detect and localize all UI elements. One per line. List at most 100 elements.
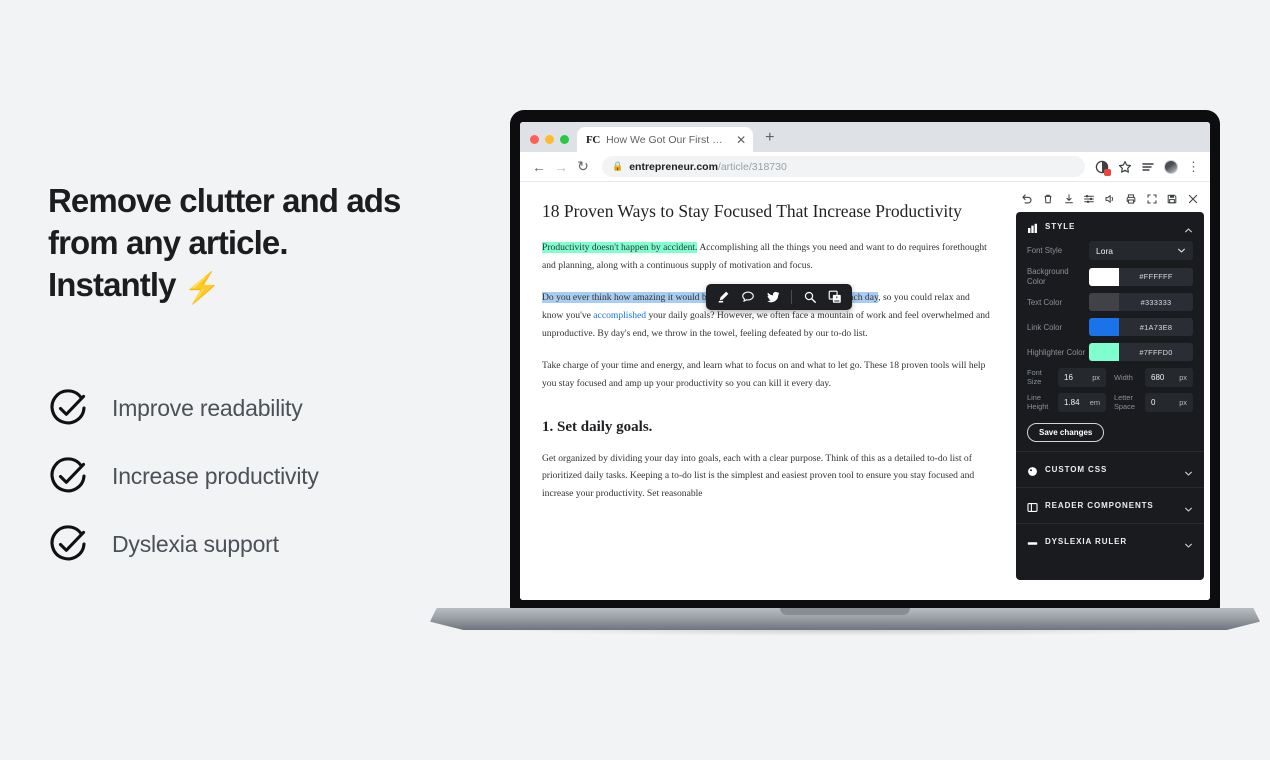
color-hex-value[interactable]: #333333	[1119, 293, 1193, 312]
font-style-row: Font Style Lora	[1027, 241, 1193, 260]
page-content: 18 Proven Ways to Stay Focused That Incr…	[520, 182, 1210, 600]
article-paragraph-1: Productivity doesn't happen by accident.…	[542, 239, 992, 274]
width-input[interactable]: 680 px	[1145, 368, 1193, 388]
speaker-icon[interactable]	[1104, 192, 1116, 204]
section-header-reader-components[interactable]: READER COMPONENTS	[1016, 488, 1204, 523]
address-bar[interactable]: 🔒 entrepreneur.com/article/318730	[602, 156, 1085, 177]
print-icon[interactable]	[1125, 192, 1137, 204]
reader-mode-icon[interactable]	[1141, 160, 1155, 174]
headline-line-2: from any article.	[48, 224, 289, 262]
url-text: entrepreneur.com/article/318730	[629, 161, 787, 173]
save-changes-button[interactable]: Save changes	[1027, 423, 1105, 443]
fullscreen-icon[interactable]	[1146, 192, 1158, 204]
link-color-field[interactable]: #1A73E8	[1089, 318, 1193, 337]
save-icon[interactable]	[1166, 192, 1178, 204]
close-window-button[interactable]	[530, 135, 539, 144]
headline-line-3-wrap: Instantly ⚡	[48, 264, 478, 306]
browser-menu-button[interactable]: ⋮	[1187, 160, 1200, 173]
translate-icon[interactable]	[828, 290, 842, 304]
download-icon[interactable]	[1063, 192, 1075, 204]
browser-tab[interactable]: FC How We Got Our First 2,000 U ✕	[577, 127, 754, 152]
window-controls[interactable]	[526, 135, 577, 152]
highlighter-icon[interactable]	[716, 290, 730, 304]
feature-list: Improve readability Increase productivit…	[48, 374, 319, 578]
components-icon	[1027, 500, 1038, 513]
color-swatch[interactable]	[1089, 267, 1119, 286]
chevron-down-icon[interactable]	[1184, 465, 1193, 477]
page-root: Remove clutter and ads from any article.…	[0, 0, 1270, 760]
chevron-down-icon[interactable]	[1184, 537, 1193, 549]
back-icon[interactable]: ←	[528, 159, 550, 175]
minimize-window-button[interactable]	[545, 135, 554, 144]
highlighter-color-label: Highlighter Color	[1027, 347, 1086, 357]
check-circle-icon	[48, 388, 88, 428]
section-title: DYSLEXIA RULER	[1045, 537, 1128, 547]
comment-icon[interactable]	[741, 290, 755, 304]
selection-toolbar[interactable]	[706, 284, 852, 310]
color-hex-value[interactable]: #FFFFFF	[1119, 267, 1193, 286]
spacing-row: Line Height 1.84 em Letter Space 0 px	[1027, 393, 1193, 413]
article-reader: 18 Proven Ways to Stay Focused That Incr…	[520, 182, 1014, 600]
width-label: Width	[1114, 372, 1133, 382]
browser-toolbar: ← → ↻ 🔒 entrepreneur.com/article/318730	[520, 152, 1210, 182]
forward-icon[interactable]: →	[550, 159, 572, 175]
extension-icon[interactable]	[1095, 160, 1111, 176]
color-hex-value[interactable]: #1A73E8	[1119, 318, 1193, 337]
chevron-down-icon[interactable]	[1184, 501, 1193, 513]
laptop-mockup: FC How We Got Our First 2,000 U ✕ + ← → …	[430, 110, 1260, 636]
notification-badge	[1104, 168, 1111, 176]
close-icon[interactable]	[1187, 192, 1199, 204]
maximize-window-button[interactable]	[560, 135, 569, 144]
feature-label: Increase productivity	[112, 462, 319, 489]
color-swatch[interactable]	[1089, 318, 1119, 337]
chevron-up-icon[interactable]	[1184, 222, 1193, 233]
font-style-select[interactable]: Lora	[1089, 241, 1193, 260]
font-size-input[interactable]: 16 px	[1058, 368, 1106, 388]
section-header-dyslexia-ruler[interactable]: DYSLEXIA RULER	[1016, 524, 1204, 559]
section-header-custom-css[interactable]: CUSTOM CSS	[1016, 452, 1204, 487]
browser-window: FC How We Got Our First 2,000 U ✕ + ← → …	[520, 122, 1210, 600]
font-size-label: Font Size	[1027, 368, 1042, 386]
letter-space-cell: Letter Space 0 px	[1114, 393, 1193, 413]
headline-line-1: Remove clutter and ads	[48, 182, 401, 219]
marketing-headline-block: Remove clutter and ads from any article.…	[48, 180, 478, 307]
avatar[interactable]	[1164, 159, 1178, 174]
section-title: READER COMPONENTS	[1045, 501, 1154, 511]
article-link[interactable]: accomplished	[593, 310, 646, 321]
line-height-cell: Line Height 1.84 em	[1027, 393, 1106, 413]
color-hex-value[interactable]: #7FFFD0	[1119, 343, 1193, 362]
highlighter-color-field[interactable]: #7FFFD0	[1089, 343, 1193, 362]
bookmark-star-icon[interactable]	[1118, 160, 1132, 174]
browser-tabstrip: FC How We Got Our First 2,000 U ✕ +	[520, 122, 1210, 152]
font-size-value: 16	[1064, 373, 1073, 383]
color-swatch[interactable]	[1089, 343, 1119, 362]
link-color-label: Link Color	[1027, 322, 1063, 332]
background-color-field[interactable]: #FFFFFF	[1089, 267, 1193, 286]
line-height-input[interactable]: 1.84 em	[1058, 393, 1106, 413]
font-style-label: Font Style	[1027, 245, 1063, 255]
section-header-style[interactable]: STYLE	[1016, 212, 1204, 241]
twitter-icon[interactable]	[766, 290, 780, 304]
text-color-row: Text Color #333333	[1027, 293, 1193, 312]
article-title: 18 Proven Ways to Stay Focused That Incr…	[542, 201, 962, 221]
undo-icon[interactable]	[1021, 192, 1033, 204]
highlighter-color-row: Highlighter Color #7FFFD0	[1027, 343, 1193, 362]
toolbar-actions: ⋮	[1095, 159, 1202, 176]
text-color-label: Text Color	[1027, 297, 1063, 307]
sliders-icon[interactable]	[1083, 192, 1095, 204]
text-color-field[interactable]: #333333	[1089, 293, 1193, 312]
new-tab-button[interactable]: +	[753, 130, 784, 152]
list-item: Improve readability	[48, 374, 319, 442]
letter-space-unit: px	[1179, 398, 1187, 408]
search-icon[interactable]	[803, 290, 817, 304]
tab-title: How We Got Our First 2,000 U	[606, 133, 728, 146]
lightning-bolt-icon: ⚡	[183, 272, 221, 306]
close-icon[interactable]: ✕	[734, 134, 746, 146]
letter-space-input[interactable]: 0 px	[1145, 393, 1193, 413]
line-height-value: 1.84	[1064, 398, 1080, 408]
reload-icon[interactable]: ↻	[572, 158, 594, 175]
article-paragraph-4: Get organized by dividing your day into …	[542, 452, 975, 499]
color-swatch[interactable]	[1089, 293, 1119, 312]
trash-icon[interactable]	[1042, 192, 1054, 204]
check-circle-icon	[48, 456, 88, 496]
